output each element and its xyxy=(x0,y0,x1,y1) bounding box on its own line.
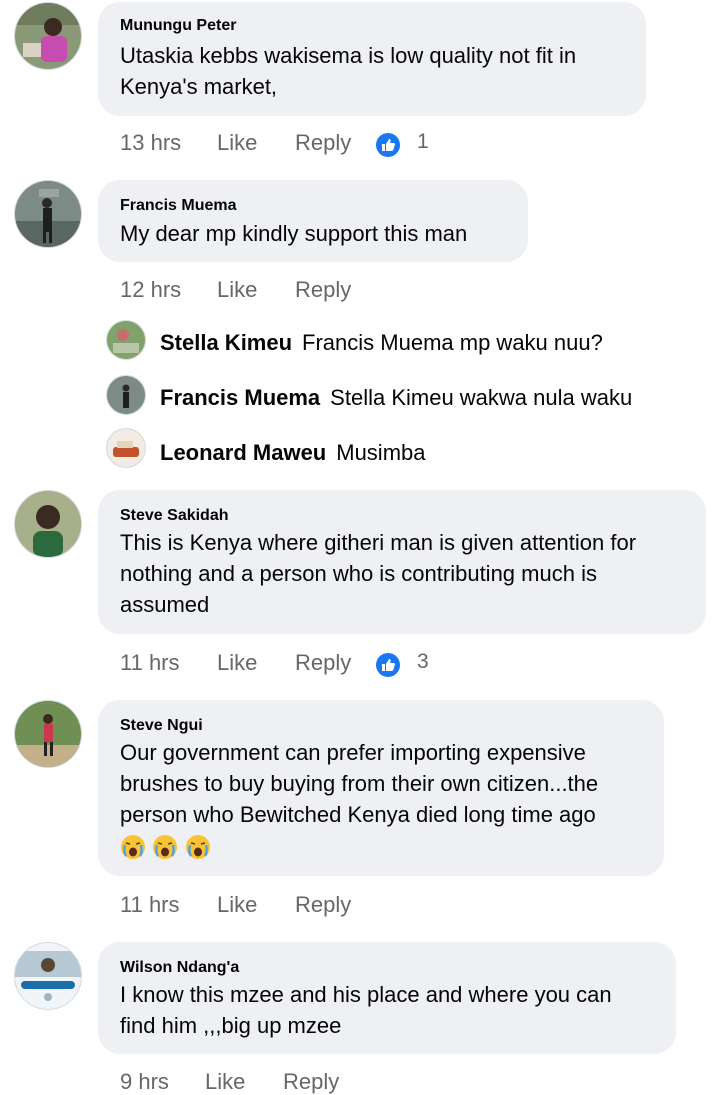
reply-item: Leonard Maweu Musimba xyxy=(160,440,426,466)
crying-face-icon xyxy=(152,834,178,860)
reply-button[interactable]: Reply xyxy=(295,130,351,156)
reply-author[interactable]: Francis Muema xyxy=(160,385,320,410)
avatar-photo-icon xyxy=(15,181,81,247)
comment-text: I know this mzee and his place and where… xyxy=(120,982,612,1038)
reaction-count[interactable]: 1 xyxy=(417,130,429,154)
comment-text: My dear mp kindly support this man xyxy=(120,221,468,246)
comment-time[interactable]: 11 hrs xyxy=(120,892,180,918)
comment-bubble: Munungu Peter Utaskia kebbs wakisema is … xyxy=(98,2,646,116)
reply-button[interactable]: Reply xyxy=(295,277,351,303)
avatar[interactable] xyxy=(14,942,82,1010)
comment-author[interactable]: Francis Muema xyxy=(120,197,236,215)
avatar-photo-icon xyxy=(107,429,145,467)
reply-button[interactable]: Reply xyxy=(283,1069,339,1095)
crying-face-icon xyxy=(185,834,211,860)
reply-button[interactable]: Reply xyxy=(295,892,351,918)
comment-text: This is Kenya where githeri man is given… xyxy=(120,530,637,617)
reply-author[interactable]: Leonard Maweu xyxy=(160,440,326,465)
comment-bubble: Wilson Ndang'a I know this mzee and his … xyxy=(98,942,676,1054)
emoji-row xyxy=(120,834,213,861)
comment-text: Utaskia kebbs wakisema is low quality no… xyxy=(120,43,577,99)
avatar[interactable] xyxy=(14,2,82,70)
comment-time[interactable]: 11 hrs xyxy=(120,650,180,676)
comment-time[interactable]: 13 hrs xyxy=(120,130,181,156)
comment-text: Our government can prefer importing expe… xyxy=(120,740,599,827)
avatar[interactable] xyxy=(106,375,146,415)
reply-author[interactable]: Stella Kimeu xyxy=(160,330,292,355)
reaction-count[interactable]: 3 xyxy=(417,650,429,674)
comment-author[interactable]: Steve Sakidah xyxy=(120,507,229,525)
crying-face-icon xyxy=(120,834,146,860)
comment-bubble: Francis Muema My dear mp kindly support … xyxy=(98,180,528,262)
reply-item: Francis Muema Stella Kimeu wakwa nula wak… xyxy=(160,385,632,411)
comment-bubble: Steve Sakidah This is Kenya where gither… xyxy=(98,490,706,634)
avatar-photo-icon xyxy=(107,321,145,359)
reply-item: Stella Kimeu Francis Muema mp waku nuu? xyxy=(160,330,603,356)
comment-author[interactable]: Munungu Peter xyxy=(120,17,236,35)
comment-bubble: Steve Ngui Our government can prefer imp… xyxy=(98,700,664,876)
avatar[interactable] xyxy=(106,428,146,468)
avatar[interactable] xyxy=(14,700,82,768)
comment-author[interactable]: Wilson Ndang'a xyxy=(120,959,239,977)
avatar-photo-icon xyxy=(15,491,81,557)
avatar[interactable] xyxy=(14,490,82,558)
avatar-photo-icon xyxy=(107,376,145,414)
reply-text: Francis Muema mp waku nuu? xyxy=(302,330,603,355)
comment-time[interactable]: 9 hrs xyxy=(120,1069,169,1095)
avatar[interactable] xyxy=(106,320,146,360)
reply-button[interactable]: Reply xyxy=(295,650,351,676)
like-button[interactable]: Like xyxy=(217,650,257,676)
like-reaction-icon[interactable] xyxy=(376,133,400,157)
like-button[interactable]: Like xyxy=(217,130,257,156)
like-reaction-icon[interactable] xyxy=(376,653,400,677)
avatar[interactable] xyxy=(14,180,82,248)
avatar-photo-icon xyxy=(15,701,81,767)
like-button[interactable]: Like xyxy=(217,277,257,303)
comment-author[interactable]: Steve Ngui xyxy=(120,717,203,735)
like-button[interactable]: Like xyxy=(217,892,257,918)
reply-text: Musimba xyxy=(336,440,426,465)
like-button[interactable]: Like xyxy=(205,1069,245,1095)
reply-text: Stella Kimeu wakwa nula waku xyxy=(330,385,633,410)
comment-time[interactable]: 12 hrs xyxy=(120,277,181,303)
avatar-photo-icon xyxy=(15,3,81,69)
avatar-vaccinated-icon xyxy=(15,943,81,1009)
